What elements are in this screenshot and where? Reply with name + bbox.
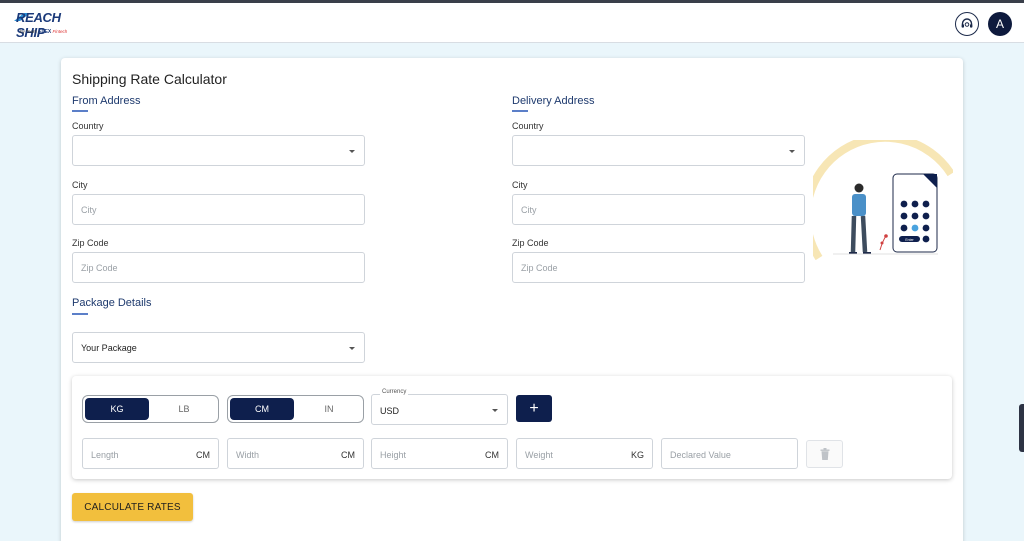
currency-label: Currency [380, 389, 409, 395]
weight-placeholder: Weight [525, 450, 553, 460]
reachship-logo[interactable]: REACH SHIP by Team ELEX Fintech [14, 8, 76, 40]
delivery-country-label: Country [512, 121, 544, 131]
delivery-address-underline [512, 110, 528, 112]
add-package-button[interactable]: + [516, 395, 552, 422]
package-details-title: Package Details [72, 297, 152, 309]
chevron-down-icon [789, 149, 795, 153]
cm-toggle-option[interactable]: CM [230, 398, 294, 420]
from-country-label: Country [72, 121, 104, 131]
currency-value: USD [380, 406, 400, 416]
delivery-city-label: City [512, 180, 528, 190]
from-city-input[interactable]: City [72, 194, 365, 225]
delivery-address-title: Delivery Address [512, 95, 595, 107]
page-title: Shipping Rate Calculator [72, 71, 227, 87]
declared-value-input[interactable]: Declared Value [661, 438, 798, 469]
kg-toggle-option[interactable]: KG [85, 398, 149, 420]
weight-unit: KG [630, 450, 644, 460]
calculate-rates-button[interactable]: CALCULATE RATES [72, 493, 193, 521]
from-zip-label: Zip Code [72, 238, 109, 248]
currency-select[interactable]: Currency USD [371, 389, 508, 425]
delivery-city-input[interactable]: City [512, 194, 805, 225]
logo-wordmark: REACH SHIP [16, 10, 61, 40]
package-dimensions-panel: KG LB CM IN Currency USD + Length CM Wid… [72, 376, 952, 479]
delivery-city-placeholder: City [521, 204, 537, 215]
from-city-placeholder: City [81, 204, 97, 215]
weight-unit-toggle: KG LB [82, 395, 219, 423]
chevron-down-icon [349, 149, 355, 153]
support-button[interactable] [955, 12, 979, 36]
chevron-down-icon [492, 408, 498, 412]
from-zip-input[interactable]: Zip Code [72, 252, 365, 283]
lb-toggle-option[interactable]: LB [152, 398, 216, 420]
keypad-enter-label: Enter [905, 238, 914, 242]
from-country-select[interactable] [72, 135, 365, 166]
from-address-underline [72, 110, 88, 112]
package-select[interactable]: Your Package [72, 332, 365, 363]
width-placeholder: Width [236, 450, 260, 460]
logo-tagline: by Team ELEX Fintech [20, 29, 68, 35]
side-drawer-tab[interactable] [1019, 404, 1024, 452]
height-input[interactable]: Height CM [371, 438, 508, 469]
trash-icon [820, 448, 829, 460]
from-zip-placeholder: Zip Code [81, 262, 118, 273]
from-city-label: City [72, 180, 88, 190]
length-unit: CM [196, 450, 210, 460]
delete-package-button[interactable] [806, 440, 843, 468]
user-avatar[interactable]: A [988, 12, 1012, 36]
in-toggle-option[interactable]: IN [297, 398, 361, 420]
length-input[interactable]: Length CM [82, 438, 219, 469]
package-details-underline [72, 313, 88, 315]
length-placeholder: Length [91, 450, 119, 460]
delivery-illustration: Enter [813, 140, 953, 260]
delivery-zip-input[interactable]: Zip Code [512, 252, 805, 283]
width-input[interactable]: Width CM [227, 438, 364, 469]
from-address-title: From Address [72, 95, 141, 107]
dimension-unit-toggle: CM IN [227, 395, 364, 423]
headset-icon [961, 18, 973, 28]
weight-input[interactable]: Weight KG [516, 438, 653, 469]
chevron-down-icon [349, 346, 355, 350]
delivery-zip-label: Zip Code [512, 238, 549, 248]
declared-value-placeholder: Declared Value [670, 450, 731, 460]
package-select-value: Your Package [81, 342, 137, 353]
height-unit: CM [485, 450, 499, 460]
width-unit: CM [341, 450, 355, 460]
rate-calculator-card: Shipping Rate Calculator From Address Co… [61, 58, 963, 541]
delivery-zip-placeholder: Zip Code [521, 262, 558, 273]
delivery-country-select[interactable] [512, 135, 805, 166]
top-navbar: REACH SHIP by Team ELEX Fintech A [0, 3, 1024, 43]
height-placeholder: Height [380, 450, 407, 460]
